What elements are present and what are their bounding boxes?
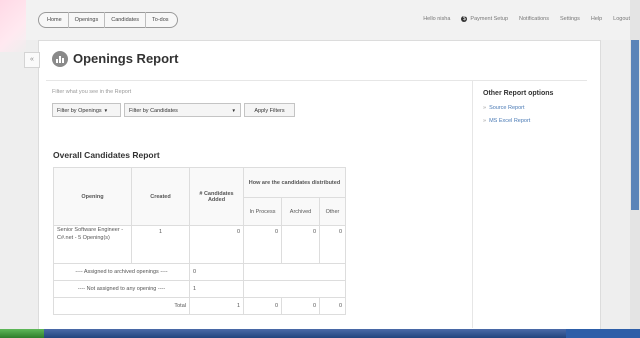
distributed-header: How are the candidates distributed [243,167,346,198]
report-section-title: Overall Candidates Report [53,150,160,160]
caret-down-icon: ▼ [103,108,109,113]
payment-setup-label: Payment Setup [470,16,509,22]
table-header-row: Opening Created # Candidates Added How a… [53,167,346,226]
nav-home[interactable]: Home [41,12,69,28]
empty-cell [243,280,346,298]
total-archived: 0 [281,297,320,315]
table-total-row: Total 1 0 0 0 [53,297,346,315]
candidates-report-table: Opening Created # Candidates Added How a… [53,167,346,315]
empty-cell [243,263,346,281]
main-nav: Home Openings Candidates To-dos [38,12,178,28]
scrollbar-thumb[interactable] [631,40,639,210]
filter-candidates-dropdown[interactable]: Filter by Candidates ▼ [124,103,241,117]
other-header: Other [319,197,346,226]
excel-report-link[interactable]: » MS Excel Report [483,118,530,124]
notifications-link[interactable]: Notifications [519,16,549,22]
payment-setup-link[interactable]: $ Payment Setup [461,16,508,22]
table-row: Senior Software Engineer - C#.net - 5 Op… [53,225,346,264]
double-chevron-left-icon[interactable]: « [24,52,40,68]
in-process-cell: 0 [243,225,282,264]
archived-openings-label: ---- Assigned to archived openings ---- [53,263,190,281]
caret-down-icon: ▼ [231,108,236,113]
logout-link[interactable]: Logout [613,16,630,22]
sidebar-divider [472,80,473,328]
total-added: 1 [189,297,244,315]
archived-cell: 0 [281,225,320,264]
start-button[interactable] [0,329,44,338]
table-row: ---- Assigned to archived openings ---- … [53,263,346,281]
filter-openings-dropdown[interactable]: Filter by Openings ▼ [52,103,121,117]
unassigned-label: ---- Not assigned to any opening ---- [53,280,190,298]
archived-header: Archived [281,197,320,226]
total-label: Total [53,297,190,315]
archived-openings-added: 0 [189,263,244,281]
filter-openings-label: Filter by Openings [57,108,102,114]
table-row: ---- Not assigned to any opening ---- 1 [53,280,346,298]
other-cell: 0 [319,225,346,264]
total-in-process: 0 [243,297,282,315]
page-title: Openings Report [73,51,179,66]
unassigned-added: 1 [189,280,244,298]
opening-link[interactable]: Senior Software Engineer - C#.net - 5 Op… [53,225,132,264]
help-link[interactable]: Help [591,16,602,22]
corner-decoration [0,0,26,52]
nav-candidates[interactable]: Candidates [105,12,147,28]
filter-candidates-label: Filter by Candidates [129,108,178,114]
bullet-icon: » [483,118,487,124]
excel-report-label: MS Excel Report [489,118,531,124]
in-process-header: In Process [243,197,282,226]
system-tray [566,329,640,338]
added-header: # Candidates Added [189,167,244,226]
user-links: Hello nisha $ Payment Setup Notification… [412,16,630,22]
sidebar-title: Other Report options [483,90,554,97]
total-other: 0 [319,297,346,315]
title-divider [46,80,587,81]
bar-chart-icon [52,51,68,67]
filter-hint: Filter what you see in the Report [52,89,132,95]
source-report-link[interactable]: » Source Report [483,105,525,111]
source-report-label: Source Report [489,105,525,111]
settings-link[interactable]: Settings [560,16,580,22]
apply-filters-button[interactable]: Apply Filters [244,103,295,117]
dollar-circle-icon: $ [461,16,468,22]
added-cell: 0 [189,225,244,264]
created-cell: 1 [131,225,190,264]
opening-header: Opening [53,167,132,226]
bullet-icon: » [483,105,487,111]
greeting: Hello nisha [423,16,451,22]
nav-openings[interactable]: Openings [69,12,106,28]
created-header: Created [131,167,190,226]
os-taskbar [0,329,640,338]
nav-todos[interactable]: To-dos [146,12,175,28]
